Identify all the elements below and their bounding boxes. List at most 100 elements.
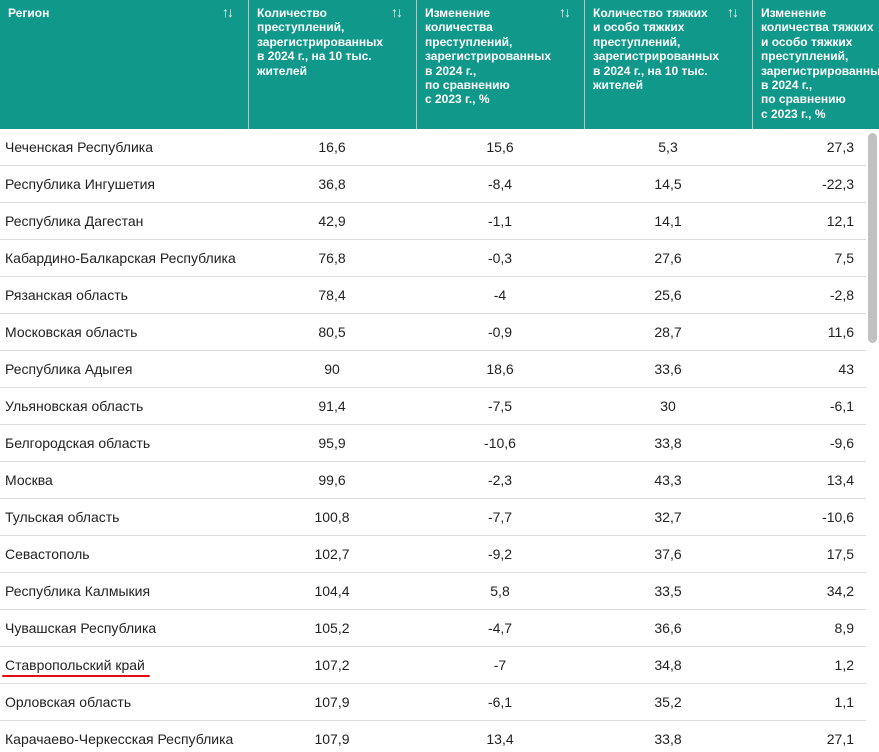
region-cell: Белгородская область bbox=[5, 435, 151, 451]
value-cell: 11,6 bbox=[827, 324, 854, 340]
region-cell: Орловская область bbox=[5, 694, 132, 710]
value-cell: 33,8 bbox=[654, 731, 682, 747]
region-cell: Чеченская Республика bbox=[5, 139, 153, 155]
value-cell: 34,2 bbox=[826, 583, 854, 599]
table-row: Орловская область 107,9 -6,1 35,2 1,1 bbox=[0, 684, 866, 721]
value-cell: 43,3 bbox=[654, 472, 682, 488]
value-cell: 7,5 bbox=[834, 250, 854, 266]
sort-icon[interactable]: ↑↓ bbox=[391, 5, 403, 20]
value-cell: 8,9 bbox=[834, 620, 854, 636]
region-cell: Рязанская область bbox=[5, 287, 128, 303]
table-row: Чеченская Республика 16,6 15,6 5,3 27,3 bbox=[0, 129, 866, 166]
region-cell: Республика Ингушетия bbox=[5, 176, 156, 192]
value-cell: 12,1 bbox=[826, 213, 854, 229]
value-cell: 33,6 bbox=[654, 361, 682, 377]
table-body: Чеченская Республика 16,6 15,6 5,3 27,3 Респу… bbox=[0, 129, 866, 752]
table-header: Регион ↑↓ Количество преступлений, зарег… bbox=[0, 0, 879, 129]
value-cell: 30 bbox=[660, 398, 676, 414]
column-header-serious-crimes-per-10k[interactable]: Количество тяжких и особо тяжких преступ… bbox=[584, 0, 752, 129]
value-cell: 27,6 bbox=[654, 250, 682, 266]
region-cell: Тульская область bbox=[5, 509, 120, 525]
region-cell: Москва bbox=[5, 472, 53, 488]
value-cell: 107,2 bbox=[314, 657, 350, 673]
region-cell: Кабардино-Балкарская Республика bbox=[5, 250, 236, 266]
value-cell: 1,1 bbox=[834, 694, 854, 710]
value-cell: 16,6 bbox=[318, 139, 346, 155]
value-cell: 14,5 bbox=[654, 176, 682, 192]
value-cell: 25,6 bbox=[654, 287, 682, 303]
region-cell: Карачаево-Черкесская Республика bbox=[5, 731, 234, 747]
value-cell: -0,9 bbox=[487, 324, 513, 340]
table-row: Москва 99,6 -2,3 43,3 13,4 bbox=[0, 462, 866, 499]
table-row: Московская область 80,5 -0,9 28,7 11,6 bbox=[0, 314, 866, 351]
value-cell: -2,3 bbox=[487, 472, 513, 488]
table-row: Чувашская Республика 105,2 -4,7 36,6 8,9 bbox=[0, 610, 866, 647]
value-cell: -22,3 bbox=[822, 176, 854, 192]
highlight-underline bbox=[2, 675, 150, 677]
value-cell: 13,4 bbox=[826, 472, 854, 488]
value-cell: 95,9 bbox=[318, 435, 346, 451]
value-cell: 99,6 bbox=[318, 472, 346, 488]
table-row: Тульская область 100,8 -7,7 32,7 -10,6 bbox=[0, 499, 866, 536]
value-cell: 42,9 bbox=[318, 213, 346, 229]
value-cell: 34,8 bbox=[654, 657, 682, 673]
value-cell: -7 bbox=[493, 657, 507, 673]
region-cell: Севастополь bbox=[5, 546, 90, 562]
value-cell: -1,1 bbox=[487, 213, 513, 229]
table-row: Кабардино-Балкарская Республика 76,8 -0,3 2… bbox=[0, 240, 866, 277]
value-cell: 36,8 bbox=[318, 176, 346, 192]
value-cell: 43 bbox=[838, 361, 854, 377]
value-cell: 33,5 bbox=[654, 583, 682, 599]
table-row: Севастополь 102,7 -9,2 37,6 17,5 bbox=[0, 536, 866, 573]
value-cell: -10,6 bbox=[822, 509, 854, 525]
value-cell: 15,6 bbox=[486, 139, 514, 155]
value-cell: -2,8 bbox=[829, 287, 854, 303]
value-cell: 105,2 bbox=[314, 620, 350, 636]
region-cell: Чувашская Республика bbox=[5, 620, 157, 636]
table-row: Республика Адыгея 90 18,6 33,6 43 bbox=[0, 351, 866, 388]
value-cell: 36,6 bbox=[654, 620, 682, 636]
sort-icon[interactable]: ↑↓ bbox=[222, 5, 234, 20]
value-cell: 107,9 bbox=[314, 731, 350, 747]
region-cell: Московская область bbox=[5, 324, 138, 340]
sort-icon[interactable]: ↑↓ bbox=[559, 5, 571, 20]
value-cell: -6,1 bbox=[487, 694, 513, 710]
region-cell: Ульяновская область bbox=[5, 398, 144, 414]
value-cell: 17,5 bbox=[826, 546, 854, 562]
table-row: Ульяновская область 91,4 -7,5 30 -6,1 bbox=[0, 388, 866, 425]
region-cell: Республика Дагестан bbox=[5, 213, 144, 229]
scrollbar-thumb[interactable] bbox=[868, 133, 877, 343]
sort-icon[interactable]: ↑↓ bbox=[727, 5, 739, 20]
value-cell: 100,8 bbox=[314, 509, 350, 525]
region-cell: Республика Адыгея bbox=[5, 361, 133, 377]
table-row: Карачаево-Черкесская Республика 107,9 13,4… bbox=[0, 721, 866, 752]
value-cell: 33,8 bbox=[654, 435, 682, 451]
region-cell: Республика Калмыкия bbox=[5, 583, 151, 599]
value-cell: -8,4 bbox=[487, 176, 513, 192]
value-cell: 80,5 bbox=[318, 324, 346, 340]
table-row: Белгородская область 95,9 -10,6 33,8 -9,6 bbox=[0, 425, 866, 462]
value-cell: 76,8 bbox=[318, 250, 346, 266]
column-header-serious-crimes-change[interactable]: Изменение количества тяжких и особо тяжк… bbox=[752, 0, 879, 129]
value-cell: -10,6 bbox=[484, 435, 516, 451]
column-header-crimes-change[interactable]: Изменение количества преступлений, зарег… bbox=[416, 0, 584, 129]
table-row: Рязанская область 78,4 -4 25,6 -2,8 bbox=[0, 277, 866, 314]
value-cell: -4 bbox=[493, 287, 507, 303]
value-cell: 5,3 bbox=[658, 139, 678, 155]
value-cell: 14,1 bbox=[654, 213, 682, 229]
value-cell: 1,2 bbox=[834, 657, 854, 673]
column-header-crimes-per-10k[interactable]: Количество преступлений, зарегистрирован… bbox=[248, 0, 416, 129]
value-cell: 27,3 bbox=[826, 139, 854, 155]
value-cell: 107,9 bbox=[314, 694, 350, 710]
value-cell: 104,4 bbox=[314, 583, 350, 599]
value-cell: -4,7 bbox=[487, 620, 513, 636]
value-cell: 90 bbox=[324, 361, 340, 377]
value-cell: 5,8 bbox=[490, 583, 510, 599]
column-header-region[interactable]: Регион ↑↓ bbox=[0, 0, 248, 129]
crime-stats-table: Регион ↑↓ Количество преступлений, зарег… bbox=[0, 0, 879, 752]
table-row: Республика Ингушетия 36,8 -8,4 14,5 -22,3 bbox=[0, 166, 866, 203]
region-cell: Ставропольский край bbox=[5, 657, 145, 673]
table-row: Республика Дагестан 42,9 -1,1 14,1 12,1 bbox=[0, 203, 866, 240]
table-row: Ставропольский край 107,2 -7 34,8 1,2 bbox=[0, 647, 866, 684]
value-cell: 91,4 bbox=[318, 398, 346, 414]
